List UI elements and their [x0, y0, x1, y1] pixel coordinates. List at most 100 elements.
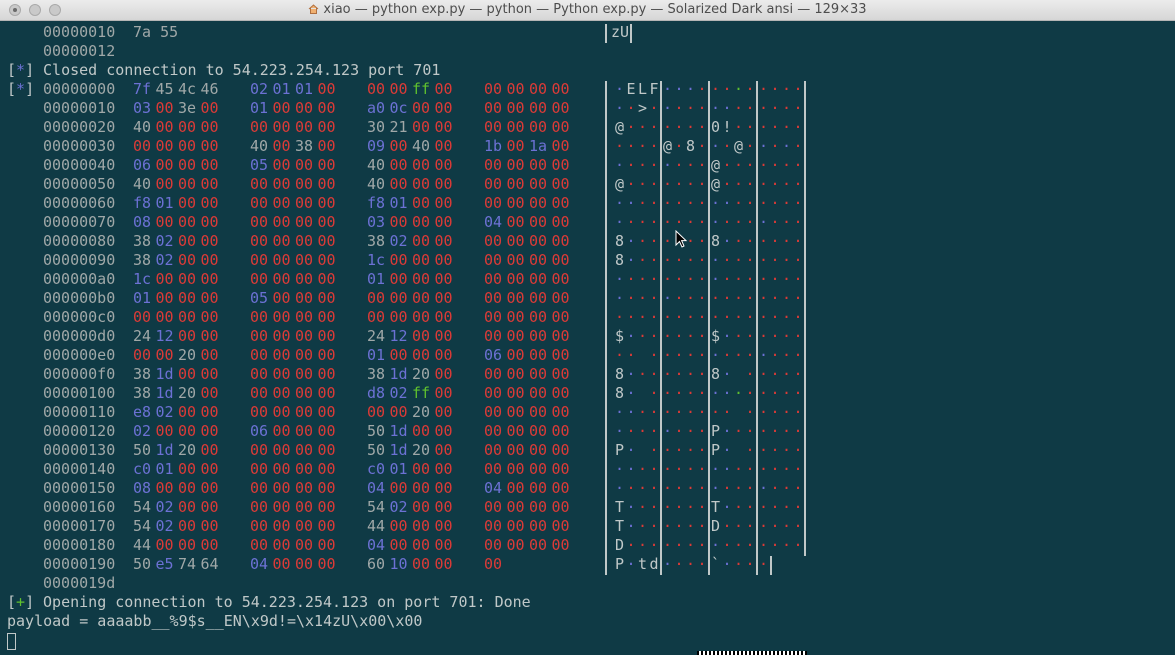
ascii-char: · [686, 194, 696, 212]
ascii-char [638, 384, 647, 403]
hex-byte: 00 [178, 479, 197, 497]
hex-byte: 00 [295, 270, 314, 288]
hex-byte: 05 [250, 156, 269, 174]
hex-byte: 00 [295, 327, 314, 345]
hex-byte: 00 [250, 194, 269, 212]
ascii-char: · [793, 346, 803, 364]
hex-byte: 00 [317, 80, 336, 98]
hex-byte: 00 [529, 536, 548, 554]
hex-byte: 02 [389, 498, 408, 516]
hex-byte: 00 [250, 118, 269, 136]
hex-byte: 00 [178, 213, 197, 231]
ascii-separator [756, 499, 758, 518]
terminal-output[interactable]: 00000010 7a 55 zU 00000012 [*] Closed connec… [0, 21, 1175, 655]
ascii-char: 8 [711, 232, 721, 250]
hex-byte: 00 [250, 536, 269, 554]
ascii-char: · [674, 555, 684, 573]
ascii-separator [708, 309, 710, 328]
hex-byte: c0 [133, 460, 152, 478]
hex-byte: 12 [155, 327, 174, 345]
hex-byte: 00 [295, 99, 314, 117]
hex-byte: 00 [200, 308, 219, 326]
hex-byte: 00 [529, 422, 548, 440]
ascii-char: · [615, 308, 625, 326]
ascii-char: · [759, 270, 769, 288]
ascii-char: · [782, 213, 792, 231]
hex-byte: 00 [412, 346, 431, 364]
ascii-char: · [734, 422, 744, 440]
hex-byte: 00 [200, 460, 219, 478]
ascii-char: · [711, 251, 721, 269]
hex-byte: ff [412, 384, 431, 402]
status-text: Closed connection to 54.223.254.123 port… [34, 61, 441, 79]
ascii-separator [756, 100, 758, 119]
hex-byte: 00 [295, 498, 314, 516]
hex-byte: 08 [133, 479, 152, 497]
hex-byte: 00 [178, 517, 197, 535]
ascii-char: · [793, 156, 803, 174]
ascii-separator [605, 537, 607, 556]
hex-byte: 00 [250, 479, 269, 497]
ascii-char: · [674, 422, 684, 440]
hex-byte: 00 [272, 365, 291, 383]
ascii-char: · [663, 289, 673, 307]
hex-byte: 00 [412, 517, 431, 535]
hex-byte: 00 [506, 517, 525, 535]
ascii-separator [605, 195, 607, 214]
hex-byte: 00 [317, 441, 336, 459]
ascii-separator [756, 290, 758, 309]
hex-byte: 08 [133, 213, 152, 231]
ascii-char: · [734, 346, 744, 364]
ascii-char: · [686, 99, 696, 117]
ascii-separator [804, 290, 806, 309]
hex-byte: 00 [434, 555, 453, 573]
ascii-separator [756, 385, 758, 404]
ascii-separator [708, 328, 710, 347]
hex-byte: 3e [178, 99, 197, 117]
hex-byte: 00 [155, 479, 174, 497]
hex-byte: 00 [551, 346, 570, 364]
ascii-char: · [615, 289, 625, 307]
ascii-separator [630, 24, 632, 43]
ascii-separator [756, 518, 758, 537]
ascii-separator [660, 138, 662, 157]
hex-byte: 00 [506, 270, 525, 288]
ascii-char: · [626, 441, 636, 459]
hex-byte: 00 [434, 156, 453, 174]
hex-byte: 00 [412, 289, 431, 307]
ascii-char: · [770, 137, 780, 155]
hex-byte: 00 [317, 289, 336, 307]
ascii-char: · [734, 555, 744, 573]
ascii-char: · [686, 403, 696, 421]
ascii-char: · [649, 441, 659, 459]
ascii-char: · [686, 346, 696, 364]
ascii-char: · [686, 498, 696, 516]
ascii-char: 8 [686, 137, 696, 155]
hex-byte: 00 [155, 346, 174, 364]
ascii-separator [605, 271, 607, 290]
status-prefix: [+] [7, 593, 35, 611]
hex-byte: 00 [506, 156, 525, 174]
hex-byte: 00 [250, 460, 269, 478]
hex-byte: 00 [389, 289, 408, 307]
ascii-char: · [734, 498, 744, 516]
hex-byte: 00 [529, 232, 548, 250]
ascii-char: · [745, 517, 755, 535]
ascii-char: · [770, 384, 780, 402]
ascii-separator [605, 404, 607, 423]
hex-byte: 00 [389, 251, 408, 269]
hex-byte: 1b [484, 137, 503, 155]
hex-byte: 00 [250, 175, 269, 193]
hex-byte: 00 [529, 270, 548, 288]
ascii-char: · [782, 156, 792, 174]
ascii-char: · [759, 327, 769, 345]
ascii-char: · [770, 232, 780, 250]
ascii-separator [756, 157, 758, 176]
ascii-char: · [745, 479, 755, 497]
hex-byte: 1d [155, 384, 174, 402]
hex-byte: 38 [133, 384, 152, 402]
ascii-char: · [734, 536, 744, 554]
ascii-char: · [626, 232, 636, 250]
ascii-separator [756, 423, 758, 442]
hex-byte: 00 [178, 289, 197, 307]
